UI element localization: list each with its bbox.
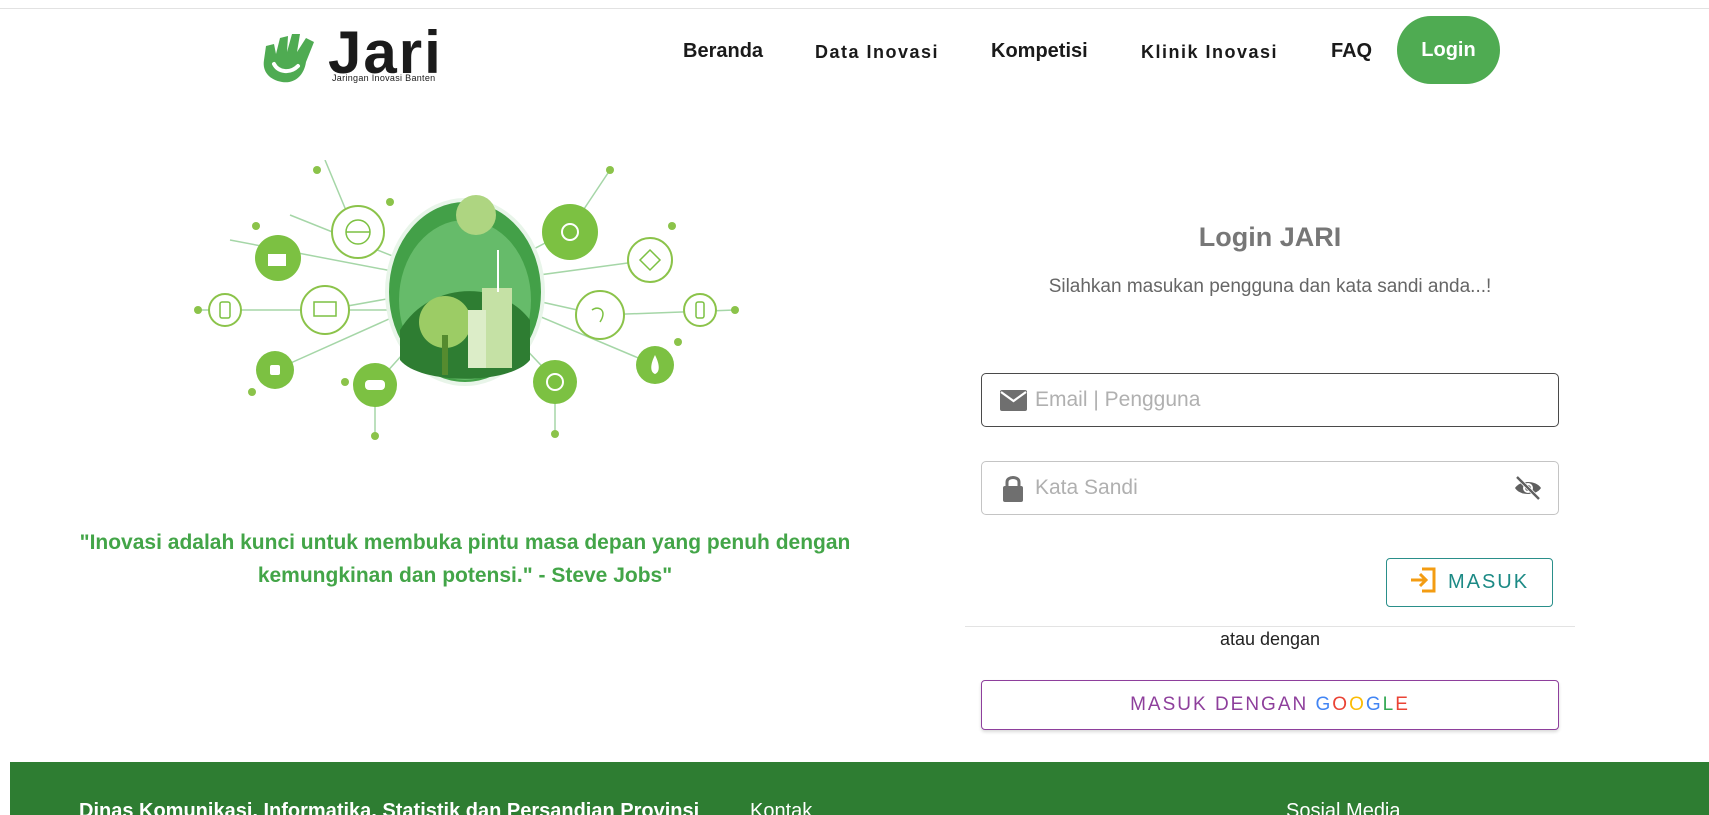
login-nav-button[interactable]: Login: [1397, 16, 1500, 84]
email-field[interactable]: [981, 373, 1559, 427]
email-input[interactable]: [1035, 388, 1558, 412]
footer-social-heading: Sosial Media: [1286, 800, 1401, 815]
eye-slash-icon[interactable]: [1512, 472, 1544, 504]
sign-in-icon: [1410, 567, 1436, 599]
password-field[interactable]: [981, 461, 1559, 515]
footer-org: Dinas Komunikasi, Informatika, Statistik…: [79, 800, 700, 815]
google-letter: L: [1382, 694, 1396, 715]
nav-kompetisi[interactable]: Kompetisi: [991, 40, 1088, 63]
lock-icon: [999, 474, 1027, 502]
main-nav: Beranda Data Inovasi Kompetisi Klinik In…: [0, 16, 1709, 84]
password-input[interactable]: [1035, 476, 1512, 500]
google-letter: E: [1395, 694, 1410, 715]
nav-data-inovasi[interactable]: Data Inovasi: [815, 42, 939, 63]
divider-line: [965, 626, 1575, 627]
google-letter: G: [1315, 694, 1333, 715]
google-login-button[interactable]: MASUK DENGAN GOOGLE: [981, 680, 1559, 730]
divider-text: atau dengan: [1206, 629, 1334, 650]
nav-klinik-inovasi[interactable]: Klinik Inovasi: [1141, 42, 1278, 63]
masuk-label: MASUK: [1447, 571, 1530, 593]
google-letter: O: [1349, 694, 1366, 715]
google-button-label: MASUK DENGAN: [1130, 694, 1316, 715]
nav-beranda[interactable]: Beranda: [683, 40, 763, 63]
login-title: Login JARI: [1198, 222, 1342, 252]
footer-contact-heading: Kontak: [750, 800, 813, 815]
footer: Dinas Komunikasi, Informatika, Statistik…: [10, 762, 1709, 815]
google-letter: G: [1365, 694, 1383, 715]
masuk-button[interactable]: MASUK: [1386, 558, 1553, 607]
green-innovation-illustration: [194, 160, 739, 440]
google-letter: O: [1332, 694, 1350, 715]
innovation-quote: "Inovasi adalah kunci untuk membuka pint…: [79, 531, 851, 587]
top-border: [0, 8, 1709, 9]
nav-faq[interactable]: FAQ: [1331, 40, 1372, 63]
login-subtitle: Silahkan masukan pengguna dan kata sandi…: [1048, 276, 1492, 297]
envelope-icon: [999, 386, 1027, 414]
